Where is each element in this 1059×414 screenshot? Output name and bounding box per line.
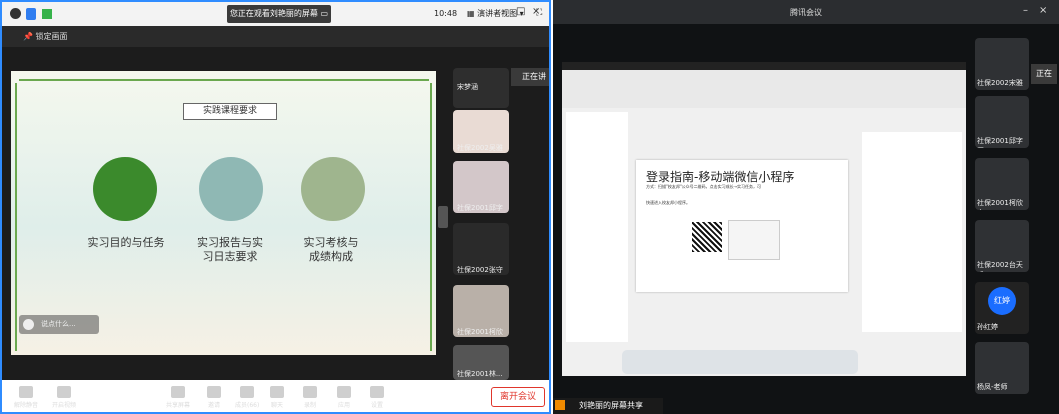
participant-tile[interactable]: 宋梦涵 xyxy=(453,68,509,108)
participant-tile[interactable]: 杨凤-老师 xyxy=(975,342,1029,394)
phone-screenshot xyxy=(728,220,780,260)
slide-item-1: 实习目的与任务 xyxy=(87,236,165,249)
speaking-indicator: 正在讲 xyxy=(511,68,549,86)
participant-tile[interactable]: 社保2001林... xyxy=(453,345,509,380)
meeting-time: 10:48 xyxy=(434,9,458,18)
chat-button[interactable]: 聊天 xyxy=(270,386,284,409)
close-icon[interactable]: × xyxy=(532,7,540,17)
signal-icon xyxy=(42,9,52,19)
share-label: 刘艳丽的屏幕共享 xyxy=(579,401,643,410)
speaking-indicator: 正在 xyxy=(1031,64,1057,84)
window-title-bar: 您正在观看刘艳丽的屏幕 ▭ 10:48 ▦ 演讲者视图 ▾ ⛶ – □ × xyxy=(2,2,549,26)
slide-image-3 xyxy=(301,157,365,221)
participant-tile[interactable]: 社保2001柯欣杰 xyxy=(975,158,1029,210)
slide-border-left xyxy=(15,83,27,351)
ppt-ribbon xyxy=(562,70,966,108)
shield-icon[interactable] xyxy=(26,8,36,20)
mac-dock[interactable] xyxy=(622,350,858,374)
doc-title: 登录指南-移动端微信小程序 xyxy=(646,170,795,184)
slide-item-2: 实习报告与实习日志要求 xyxy=(197,236,263,263)
window-title-bar: 腾讯会议 – × xyxy=(553,0,1059,24)
participant-tile[interactable]: 社保2002张守悦 xyxy=(453,223,509,275)
participant-tile[interactable]: 社保2002宋雅 xyxy=(975,38,1029,90)
slide-border-top xyxy=(19,79,429,81)
leave-meeting-button[interactable]: 离开会议 xyxy=(491,387,545,407)
avatar: 红婷 xyxy=(988,287,1016,315)
current-slide: 登录指南-移动端微信小程序 方式：扫描"校友邦"公众号二维码，点击实习成长→实习… xyxy=(636,160,848,292)
share-status-bar: 刘艳丽的屏幕共享 xyxy=(553,398,663,414)
apps-button[interactable]: 应用 xyxy=(337,386,351,409)
participant-tile[interactable]: 红婷 孙红婷 xyxy=(975,282,1029,334)
minimize-icon[interactable]: – xyxy=(1023,6,1028,16)
slide-thumbnails[interactable] xyxy=(566,112,628,342)
template-panel[interactable] xyxy=(862,132,962,332)
participant-tile[interactable]: 社保2001邱字画 xyxy=(453,161,509,213)
window-title: 腾讯会议 xyxy=(790,8,822,17)
slide-heading: 实践课程要求 xyxy=(183,103,277,120)
invite-button[interactable]: 邀请 xyxy=(207,386,221,409)
participant-tile[interactable]: 社保2001柯欣杰 xyxy=(453,285,509,337)
info-icon[interactable] xyxy=(10,8,21,19)
record-button[interactable]: 录制 xyxy=(303,386,317,409)
lock-view-button[interactable]: 📌 锁定画面 xyxy=(23,33,68,41)
participant-tile[interactable]: 社保2001邱字画 xyxy=(975,96,1029,148)
slide-border-right xyxy=(420,83,432,351)
doc-text: 快速进入校友邦小程序。 xyxy=(646,200,690,205)
top-toolbar: 📌 锁定画面 xyxy=(2,26,549,47)
close-icon[interactable]: × xyxy=(1039,6,1047,16)
slide-image-2 xyxy=(199,157,263,221)
participant-strip: 社保2002宋雅 社保2001邱字画 社保2001柯欣杰 社保2002台天成 红… xyxy=(973,36,1033,396)
slide-image-1 xyxy=(93,157,157,221)
comment-avatar-icon xyxy=(23,319,34,330)
doc-text: 方式：扫描"校友邦"公众号二维码，点击实习成长→实习任务，可 xyxy=(646,184,762,189)
shared-screen: 登录指南-移动端微信小程序 方式：扫描"校友邦"公众号二维码，点击实习成长→实习… xyxy=(562,62,966,376)
mac-menu-bar xyxy=(562,62,966,70)
collapse-panel-button[interactable] xyxy=(438,206,448,228)
tencent-meeting-window: 腾讯会议 – × 登录指南-移动端微信小程序 方式：扫描"校友邦"公众号二维码，… xyxy=(553,0,1059,414)
settings-button[interactable]: 设置 xyxy=(370,386,384,409)
participant-strip: 宋梦涵 社保2002吴雅怡 社保2001邱字画 社保2002张守悦 社保2001… xyxy=(453,48,511,380)
control-bar: 解除静音 开启视频 共享屏幕 邀请 成员(66) 聊天 录制 应用 设置 离开会… xyxy=(2,380,549,412)
minimize-icon[interactable]: – xyxy=(501,7,506,17)
share-icon xyxy=(555,400,565,410)
shared-slide: 实践课程要求 实习目的与任务 实习报告与实习日志要求 实习考核与成绩构成 说点什… xyxy=(11,71,436,355)
start-video-button[interactable]: 开启视频 xyxy=(52,386,76,409)
maximize-icon[interactable]: □ xyxy=(516,7,525,17)
sharing-banner[interactable]: 您正在观看刘艳丽的屏幕 ▭ xyxy=(227,5,331,23)
unmute-button[interactable]: 解除静音 xyxy=(14,386,38,409)
slide-item-3: 实习考核与成绩构成 xyxy=(303,236,359,263)
participant-tile[interactable]: 社保2002台天成 xyxy=(975,220,1029,272)
participants-button[interactable]: 成员(66) xyxy=(235,386,259,409)
participant-tile[interactable]: 社保2002吴雅怡 xyxy=(453,110,509,153)
zoom-window: 您正在观看刘艳丽的屏幕 ▭ 10:48 ▦ 演讲者视图 ▾ ⛶ – □ × 📌 … xyxy=(0,0,551,414)
qr-code xyxy=(692,222,722,252)
share-screen-button[interactable]: 共享屏幕 xyxy=(166,386,190,409)
